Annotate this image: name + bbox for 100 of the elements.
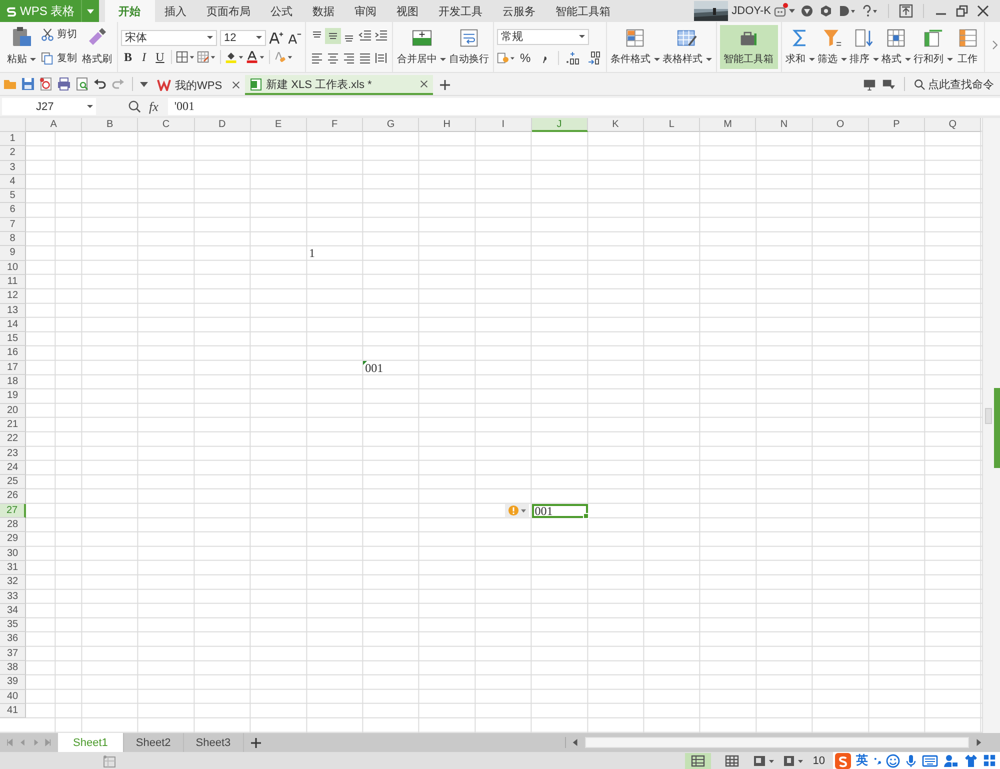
row-header[interactable]: 21: [0, 418, 26, 432]
percent-button[interactable]: %: [518, 50, 533, 64]
menu-tab[interactable]: 开始: [104, 0, 155, 22]
table-cell[interactable]: 1: [306, 246, 364, 261]
row-header[interactable]: 37: [0, 646, 26, 661]
row-header[interactable]: 12: [0, 289, 26, 304]
keyboard-icon[interactable]: [922, 754, 938, 766]
document-tab[interactable]: 新建 XLS 工作表.xls *: [245, 75, 433, 95]
fill-handle[interactable]: [582, 513, 589, 520]
sum-button[interactable]: 求和: [784, 25, 816, 69]
menu-tab[interactable]: 云服务: [492, 0, 546, 22]
help-icon[interactable]: [862, 5, 878, 17]
hexagon-icon[interactable]: [820, 5, 832, 17]
row-header[interactable]: 18: [0, 375, 26, 390]
row-header[interactable]: 29: [0, 532, 26, 547]
row-header[interactable]: 1: [0, 132, 26, 146]
font-name-dropdown[interactable]: 宋体: [121, 30, 217, 46]
clear-format-icon[interactable]: [274, 50, 293, 64]
side-panel-handle[interactable]: [994, 388, 1000, 468]
menu-tab[interactable]: 智能工具箱: [546, 0, 621, 22]
scroll-left-icon[interactable]: [572, 738, 579, 747]
menu-tab[interactable]: 插入: [154, 0, 197, 22]
sort-button[interactable]: 排序: [848, 25, 880, 69]
column-header[interactable]: B: [82, 118, 138, 132]
italic-button[interactable]: I: [137, 50, 151, 64]
row-header[interactable]: 14: [0, 318, 26, 332]
toolbox-button[interactable]: 智能工具箱: [720, 25, 778, 69]
name-box[interactable]: J27: [2, 98, 96, 115]
formula-input[interactable]: '001: [168, 98, 1000, 115]
cut-button[interactable]: 剪切: [41, 27, 77, 41]
increase-font-icon[interactable]: [269, 30, 284, 44]
row-header[interactable]: 24: [0, 460, 26, 476]
column-header[interactable]: D: [194, 118, 251, 132]
row-header[interactable]: 13: [0, 304, 26, 318]
row-header[interactable]: 10: [0, 260, 26, 275]
column-header[interactable]: J: [532, 118, 588, 132]
column-header[interactable]: P: [868, 118, 925, 132]
row-header[interactable]: 20: [0, 404, 26, 418]
column-header[interactable]: M: [700, 118, 756, 132]
column-header[interactable]: G: [363, 118, 420, 132]
row-header[interactable]: 36: [0, 632, 26, 647]
row-header[interactable]: 27: [0, 504, 26, 518]
filter-button[interactable]: 筛选: [816, 25, 848, 69]
column-header[interactable]: E: [250, 118, 307, 132]
row-header[interactable]: 19: [0, 389, 26, 404]
app-menu-button[interactable]: WPS 表格: [0, 0, 81, 22]
borders-icon[interactable]: [176, 50, 195, 64]
row-header[interactable]: 8: [0, 232, 26, 246]
scroll-thumb[interactable]: [985, 408, 992, 424]
user-name[interactable]: JDOY-K: [728, 5, 773, 17]
row-header[interactable]: 26: [0, 489, 26, 504]
menu-tab[interactable]: 数据: [302, 0, 345, 22]
font-color-icon[interactable]: [246, 50, 265, 64]
close-icon[interactable]: [420, 80, 428, 88]
column-header[interactable]: H: [419, 118, 476, 132]
zoom-icon[interactable]: [128, 100, 141, 113]
row-header[interactable]: 40: [0, 690, 26, 704]
cell-style-icon[interactable]: [197, 50, 216, 64]
microphone-icon[interactable]: [905, 754, 917, 768]
row-header[interactable]: 7: [0, 218, 26, 232]
row-header[interactable]: 23: [0, 446, 26, 461]
row-header[interactable]: 41: [0, 704, 26, 718]
add-sheet-icon[interactable]: [250, 736, 262, 748]
table-style-button[interactable]: 表格样式: [662, 25, 713, 69]
underline-button[interactable]: U: [153, 50, 167, 64]
menu-tab[interactable]: 公式: [260, 0, 303, 22]
table-cell[interactable]: 001: [363, 360, 420, 376]
print-icon[interactable]: [57, 77, 71, 91]
currency-icon[interactable]: [497, 50, 516, 64]
row-header[interactable]: 34: [0, 604, 26, 618]
shirt-icon[interactable]: [964, 754, 978, 768]
eye-protection-icon[interactable]: [782, 754, 805, 766]
row-header[interactable]: 11: [0, 274, 26, 290]
close-icon[interactable]: [976, 4, 990, 18]
column-header[interactable]: Q: [925, 118, 982, 132]
row-header[interactable]: 39: [0, 675, 26, 690]
column-header[interactable]: N: [756, 118, 813, 132]
number-format-dropdown[interactable]: 常规: [497, 28, 589, 44]
row-header[interactable]: 33: [0, 590, 26, 604]
save-icon[interactable]: [21, 77, 35, 91]
row-header[interactable]: 22: [0, 432, 26, 447]
close-icon[interactable]: [232, 81, 240, 89]
row-header[interactable]: 17: [0, 360, 26, 376]
function-button[interactable]: fx: [149, 98, 158, 114]
menu-tab[interactable]: 审阅: [344, 0, 387, 22]
monitor-icon[interactable]: [863, 78, 876, 90]
paste-button[interactable]: 粘贴: [5, 24, 38, 68]
command-search-field[interactable]: 点此查找命令: [914, 76, 994, 92]
column-header[interactable]: C: [138, 118, 195, 132]
scroll-thumb[interactable]: [585, 737, 969, 748]
row-header[interactable]: 31: [0, 560, 26, 576]
new-tab-icon[interactable]: [438, 79, 451, 91]
row-header[interactable]: 4: [0, 174, 26, 190]
row-header[interactable]: 25: [0, 475, 26, 490]
row-header[interactable]: 38: [0, 660, 26, 676]
reading-mode-icon[interactable]: [752, 754, 775, 766]
column-header[interactable]: F: [306, 118, 364, 132]
print-preview-icon[interactable]: [75, 77, 89, 91]
input-method-logo-icon[interactable]: [835, 752, 851, 768]
sheet-tab[interactable]: Sheet1: [58, 733, 124, 752]
